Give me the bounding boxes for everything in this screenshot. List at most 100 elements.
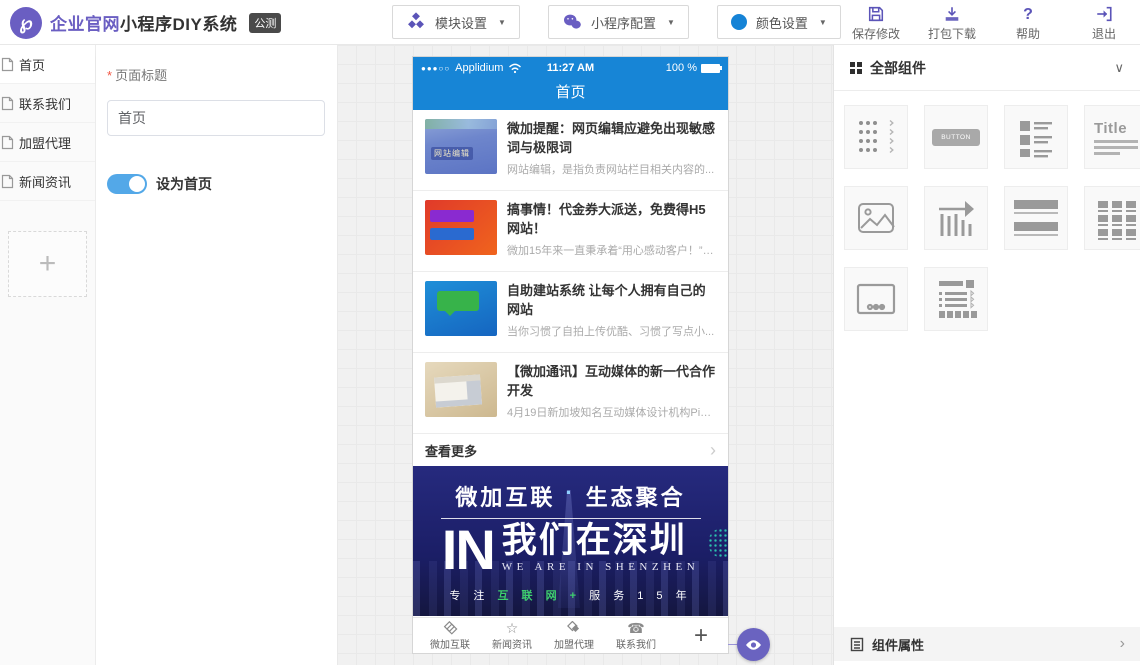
news-title: 自助建站系统 让每个人拥有自己的网站	[507, 281, 716, 319]
component-image[interactable]	[844, 186, 908, 250]
design-canvas[interactable]: ●●●○○ Applidium 11:27 AM 100 % 首页 网站编辑	[337, 45, 833, 665]
set-home-row: 设为首页	[107, 174, 326, 194]
chart-arrow-icon	[934, 196, 978, 240]
page-label: 联系我们	[19, 94, 71, 113]
page-icon	[1, 96, 14, 111]
download-button[interactable]: 打包下载	[924, 4, 980, 42]
carousel-icon	[854, 281, 898, 317]
tab-label: 微加互联	[430, 636, 470, 651]
component-rich-list[interactable]	[924, 267, 988, 331]
page-label: 加盟代理	[19, 133, 71, 152]
news-item[interactable]: 自助建站系统 让每个人拥有自己的网站 当你习惯了自拍上传优酷、习惯了写点小...	[413, 272, 728, 353]
document-icon	[850, 637, 864, 652]
title-sample-icon: Title	[1094, 120, 1138, 155]
news-thumbnail	[425, 281, 497, 336]
top-toolbar: ℘ 企业官网小程序DIY系统 公测 模块设置 ▼	[0, 0, 1140, 45]
preview-eye-button[interactable]	[737, 628, 770, 661]
caret-down-icon: ▼	[498, 18, 506, 27]
add-page-button[interactable]: +	[8, 231, 87, 297]
promo-banner[interactable]: 微加互联 · 生态聚合 IN 我们在深圳 WE ARE IN SHENZHEN …	[413, 466, 728, 616]
banner-separator-dot: ·	[565, 480, 575, 512]
caret-down-icon: ▼	[667, 18, 675, 27]
page-settings-panel: *页面标题 设为首页	[96, 45, 337, 665]
banner-tagline-green: 互 联 网 +	[498, 590, 582, 602]
image-text-list-icon	[1014, 115, 1058, 159]
banner-dot-circle	[708, 528, 728, 558]
button-sample: BUTTON	[932, 129, 980, 146]
component-text-block[interactable]	[1004, 186, 1068, 250]
app-logo-icon: ℘	[10, 7, 42, 39]
component-title[interactable]: Title	[1084, 105, 1140, 169]
modules-icon	[406, 12, 426, 32]
page-title-input[interactable]	[107, 100, 325, 136]
banner-headline: IN 我们在深圳 WE ARE IN SHENZHEN	[442, 521, 699, 579]
component-properties-header[interactable]: 组件属性 ›	[834, 627, 1140, 661]
component-grid-nav[interactable]	[1084, 186, 1140, 250]
help-icon: ?	[1023, 4, 1033, 23]
component-image-text-list[interactable]	[1004, 105, 1068, 169]
components-panel-header[interactable]: 全部组件 ∨	[834, 45, 1140, 91]
app-title-highlight: 企业官网	[50, 15, 120, 34]
phone-nav-title: 首页	[555, 81, 585, 102]
eye-icon	[745, 639, 762, 651]
news-summary: 微加15年来一直秉承着“用心感动客户！”的...	[507, 242, 716, 258]
banner-tagline-post: 服 务 1 5 年	[581, 590, 692, 602]
tab-news[interactable]: ☆ 新闻资讯	[481, 620, 543, 651]
phone-status-bar: ●●●○○ Applidium 11:27 AM 100 %	[413, 57, 728, 79]
download-icon	[943, 4, 961, 23]
page-label: 首页	[19, 55, 45, 74]
app-title: 企业官网小程序DIY系统	[50, 10, 237, 35]
news-body: 搞事情！代金券大派送，免费得H5网站！ 微加15年来一直秉承着“用心感动客户！”…	[507, 200, 716, 262]
news-summary: 网站编辑，是指负责网站栏目相关内容的...	[507, 161, 716, 177]
sidebar-item-home[interactable]: 首页	[0, 45, 95, 84]
tab-weijia[interactable]: 微加互联	[419, 620, 481, 651]
banner-subline: WE ARE IN SHENZHEN	[502, 561, 699, 573]
app-title-rest: 小程序DIY系统	[120, 15, 237, 34]
component-menu-list[interactable]	[844, 105, 908, 169]
add-tab-button[interactable]: +	[694, 622, 708, 650]
settings-dropdowns: 模块设置 ▼ 小程序配置 ▼ 颜色设置 ▼	[392, 5, 841, 39]
star-icon: ☆	[506, 620, 519, 636]
component-properties-title: 组件属性	[872, 635, 924, 654]
component-carousel[interactable]	[844, 267, 908, 331]
news-item[interactable]: 【微加通讯】互动媒体的新一代合作开发 4月19日新加坡知名互动媒体设计机构Pin…	[413, 353, 728, 434]
sidebar-item-news[interactable]: 新闻资讯	[0, 162, 95, 201]
tab-agency[interactable]: 加盟代理	[543, 620, 605, 651]
text-block-icon	[1014, 200, 1058, 236]
component-chart[interactable]	[924, 186, 988, 250]
phone-nav-bar[interactable]: 首页	[413, 79, 728, 110]
tab-contact[interactable]: ☎ 联系我们	[605, 620, 667, 651]
beta-badge: 公测	[249, 13, 281, 33]
sidebar-item-agency[interactable]: 加盟代理	[0, 123, 95, 162]
miniprogram-config-dropdown[interactable]: 小程序配置 ▼	[548, 5, 689, 39]
exit-button[interactable]: 退出	[1076, 4, 1132, 42]
color-settings-dropdown[interactable]: 颜色设置 ▼	[717, 5, 841, 39]
component-button[interactable]: BUTTON	[924, 105, 988, 169]
title-sample-text: Title	[1094, 120, 1138, 137]
page-icon	[1, 57, 14, 72]
news-title: 微加提醒：网页编辑应避免出现敏感词与极限词	[507, 119, 716, 157]
tab-label: 新闻资讯	[492, 636, 532, 651]
grid-icon	[850, 62, 862, 74]
tab-label: 加盟代理	[554, 636, 594, 651]
news-item[interactable]: 搞事情！代金券大派送，免费得H5网站！ 微加15年来一直秉承着“用心感动客户！”…	[413, 191, 728, 272]
brand: ℘ 企业官网小程序DIY系统 公测	[10, 0, 281, 45]
page-label: 新闻资讯	[19, 172, 71, 191]
page-list-sidebar: 首页 联系我们 加盟代理 新闻资讯 +	[0, 45, 96, 665]
page-icon	[1, 135, 14, 150]
banner-headline-cn: 我们在深圳	[502, 521, 699, 561]
module-settings-dropdown[interactable]: 模块设置 ▼	[392, 5, 520, 39]
news-body: 【微加通讯】互动媒体的新一代合作开发 4月19日新加坡知名互动媒体设计机构Pin…	[507, 362, 716, 424]
view-more-label: 查看更多	[425, 441, 477, 460]
news-item[interactable]: 网站编辑 微加提醒：网页编辑应避免出现敏感词与极限词 网站编辑，是指负责网站栏目…	[413, 110, 728, 191]
sidebar-item-contact[interactable]: 联系我们	[0, 84, 95, 123]
phone-preview: ●●●○○ Applidium 11:27 AM 100 % 首页 网站编辑	[413, 57, 728, 653]
color-dot-icon	[731, 14, 747, 30]
news-title: 搞事情！代金券大派送，免费得H5网站！	[507, 200, 716, 238]
set-home-toggle[interactable]	[107, 174, 147, 194]
help-button[interactable]: ? 帮助	[1000, 4, 1056, 42]
banner-headline-en: IN	[442, 521, 494, 579]
view-more-row[interactable]: 查看更多 ›	[413, 434, 728, 466]
diamonds-logo-icon	[442, 620, 459, 636]
save-button[interactable]: 保存修改	[848, 4, 904, 42]
